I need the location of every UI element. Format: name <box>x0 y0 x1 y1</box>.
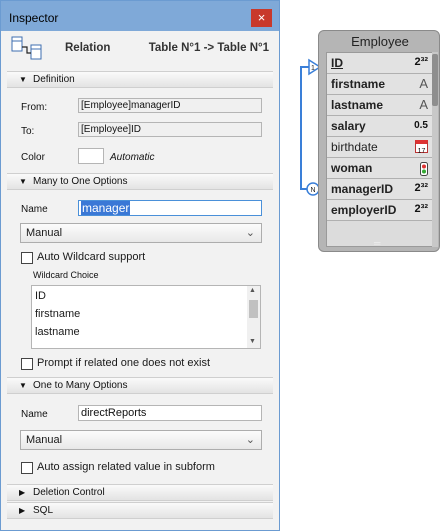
scroll-down-icon[interactable]: ▼ <box>249 338 256 345</box>
section-deletion-control[interactable]: ▶ Deletion Control <box>7 484 273 501</box>
checkbox-box[interactable] <box>21 252 33 264</box>
section-one-to-many[interactable]: ▼ One to Many Options <box>7 377 273 394</box>
m1-mode-value: Manual <box>26 227 63 239</box>
field-name: managerID <box>331 182 394 196</box>
integer-icon: 2³² <box>414 56 428 68</box>
prompt-label: Prompt if related one does not exist <box>37 357 211 369</box>
m1-name-input[interactable]: manager <box>78 200 262 216</box>
collapse-triangle-icon: ▼ <box>19 381 27 390</box>
relation-icon <box>11 36 42 60</box>
list-item[interactable]: lastname <box>35 326 80 338</box>
field-name: firstname <box>331 77 386 91</box>
prompt-checkbox[interactable]: Prompt if related one does not exist <box>21 357 271 372</box>
field-row[interactable]: ID 2³² <box>327 53 432 74</box>
expand-triangle-icon: ▶ <box>19 506 26 515</box>
wildcard-choice-label: Wildcard Choice <box>33 270 99 280</box>
resize-grip-icon[interactable]: ═ <box>374 238 380 248</box>
inspector-titlebar[interactable]: Inspector × <box>1 1 279 31</box>
checkbox-box[interactable] <box>21 358 33 370</box>
field-row[interactable]: salary 0.5 <box>327 116 432 137</box>
field-row[interactable]: birthdate 17 <box>327 137 432 158</box>
field-name: ID <box>331 56 343 70</box>
chevron-down-icon: ⌄ <box>245 227 255 239</box>
color-value: Automatic <box>110 152 155 163</box>
m1-mode-select[interactable]: Manual ⌄ <box>20 223 262 243</box>
field-name: salary <box>331 119 366 133</box>
one-marker-label: 1 <box>311 65 315 72</box>
checkbox-box[interactable] <box>21 462 33 474</box>
section-definition[interactable]: ▼ Definition <box>7 71 273 88</box>
m1-name-value: manager <box>81 201 131 215</box>
integer-icon: 2³² <box>414 182 428 194</box>
section-label: One to Many Options <box>33 380 128 391</box>
chevron-down-icon: ⌄ <box>245 434 255 446</box>
auto-assign-checkbox[interactable]: Auto assign related value in subform <box>21 461 271 476</box>
section-sql[interactable]: ▶ SQL <box>7 502 273 519</box>
to-field: [Employee]ID <box>78 122 262 137</box>
relation-tables: Table N°1 -> Table N°1 <box>148 42 269 54</box>
section-label: SQL <box>33 505 54 516</box>
list-item[interactable]: firstname <box>35 308 80 320</box>
1m-name-label: Name <box>21 409 48 420</box>
color-swatch[interactable] <box>78 148 104 164</box>
color-label: Color <box>21 152 45 163</box>
from-field: [Employee]managerID <box>78 98 262 113</box>
field-list: ID 2³² firstname A lastname A salary 0.5… <box>326 52 433 247</box>
from-label: From: <box>21 102 48 113</box>
scroll-up-icon[interactable]: ▲ <box>249 287 256 294</box>
1m-name-input[interactable]: directReports <box>78 405 262 421</box>
field-name: lastname <box>331 98 384 112</box>
field-row[interactable]: lastname A <box>327 95 432 116</box>
collapse-triangle-icon: ▼ <box>19 75 27 84</box>
auto-assign-label: Auto assign related value in subform <box>37 461 215 473</box>
scroll-thumb[interactable] <box>432 54 438 106</box>
to-label: To: <box>21 126 35 137</box>
collapse-triangle-icon: ▼ <box>19 177 27 186</box>
expand-triangle-icon: ▶ <box>19 488 26 497</box>
auto-wildcard-checkbox[interactable]: Auto Wildcard support <box>21 251 261 266</box>
many-marker-label: N <box>311 187 316 194</box>
close-button[interactable]: × <box>251 9 272 27</box>
calendar-icon: 17 <box>415 140 428 155</box>
table-scrollbar[interactable] <box>432 52 438 247</box>
relation-label: Relation <box>65 42 111 54</box>
wildcard-choice-list[interactable]: ID firstname lastname ▲ ▼ <box>31 285 261 349</box>
m1-name-label: Name <box>21 204 48 215</box>
1m-mode-value: Manual <box>26 434 63 446</box>
scroll-thumb[interactable] <box>249 300 258 318</box>
alpha-icon: A <box>419 76 428 91</box>
field-name: employerID <box>331 203 397 217</box>
list-item[interactable]: ID <box>35 290 46 302</box>
field-name: birthdate <box>331 140 378 154</box>
alpha-icon: A <box>419 97 428 112</box>
1m-mode-select[interactable]: Manual ⌄ <box>20 430 262 450</box>
list-scrollbar[interactable]: ▲ ▼ <box>247 286 260 348</box>
table-title: Employee <box>351 34 409 49</box>
section-many-to-one[interactable]: ▼ Many to One Options <box>7 173 273 190</box>
field-row[interactable]: woman <box>327 158 432 179</box>
field-row[interactable]: employerID 2³² <box>327 200 432 221</box>
window-title: Inspector <box>9 11 59 25</box>
relation-header: Relation Table N°1 -> Table N°1 <box>7 31 275 69</box>
field-row[interactable]: firstname A <box>327 74 432 95</box>
employee-table[interactable]: Employee ID 2³² firstname A lastname A s… <box>318 30 440 252</box>
section-label: Many to One Options <box>33 176 128 187</box>
section-label: Deletion Control <box>33 487 105 498</box>
boolean-icon <box>420 162 428 176</box>
inspector-window: Inspector × Relation Table N°1 -> Table … <box>0 0 280 531</box>
section-label: Definition <box>33 74 75 85</box>
real-icon: 0.5 <box>414 120 428 131</box>
field-name: woman <box>331 161 373 175</box>
integer-icon: 2³² <box>414 203 428 215</box>
field-row[interactable]: managerID 2³² <box>327 179 432 200</box>
auto-wildcard-label: Auto Wildcard support <box>37 251 146 263</box>
